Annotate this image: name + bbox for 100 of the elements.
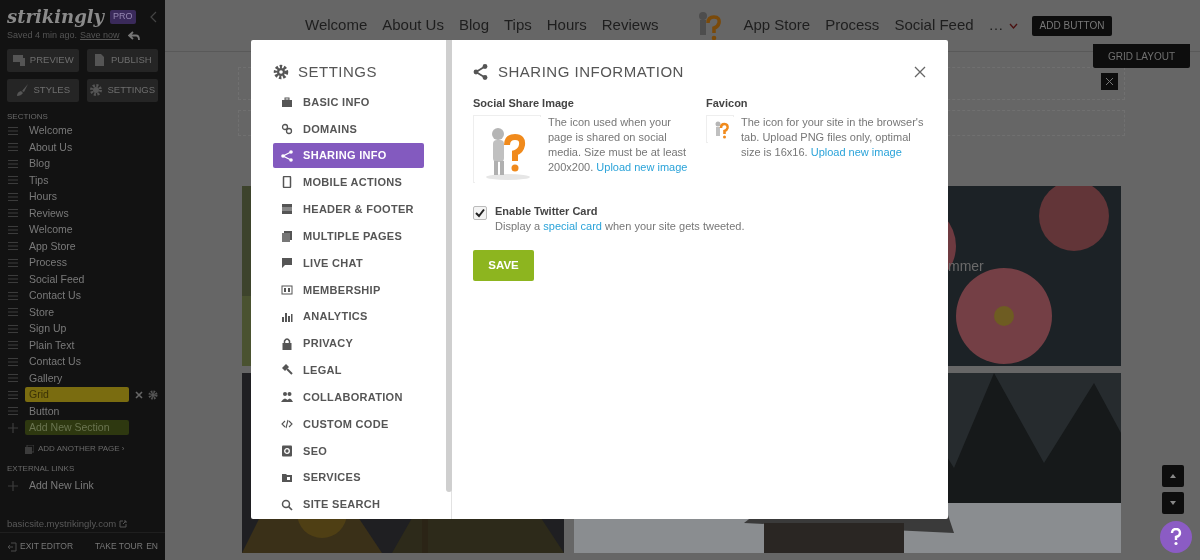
settings-menu-item[interactable]: SEO	[273, 438, 424, 464]
drag-handle-icon	[8, 158, 18, 169]
folder-icon	[281, 471, 293, 484]
settings-menu-item[interactable]: MULTIPLE PAGES	[273, 223, 424, 249]
people-icon	[281, 391, 293, 404]
section-item[interactable]: Contact Us	[25, 354, 85, 370]
section-caption: mmer	[948, 257, 984, 276]
grid-layout-button[interactable]: GRID LAYOUT	[1093, 44, 1190, 68]
footer-button[interactable]: EN	[146, 540, 158, 553]
upload-link[interactable]: Upload new image	[810, 146, 902, 158]
nav-link[interactable]: Reviews	[601, 14, 659, 37]
close-button[interactable]	[1101, 73, 1118, 90]
section-heading: EXTERNAL LINKS	[6, 463, 76, 475]
settings-menu-item[interactable]: SHARING INFO	[273, 143, 424, 169]
settings-menu-item[interactable]: DOMAINS	[273, 116, 424, 142]
help-button[interactable]	[1160, 521, 1192, 553]
drag-handle-icon	[8, 224, 18, 235]
add-button[interactable]: ADD BUTTON	[1031, 15, 1113, 36]
settings-menu-item[interactable]: BASIC INFO	[273, 89, 424, 115]
phone-icon	[281, 176, 293, 189]
drag-handle-icon	[8, 241, 18, 252]
add-link-button[interactable]: Add New Link	[29, 478, 94, 494]
editor-button[interactable]: PUBLISH	[86, 48, 158, 72]
editor-button[interactable]: PREVIEW	[7, 48, 79, 72]
section-item[interactable]: Reviews	[25, 205, 73, 221]
editor-button[interactable]: STYLES	[7, 78, 79, 102]
nav-link[interactable]: Hours	[546, 14, 587, 37]
arrow-down-icon	[1169, 499, 1177, 507]
nav-link[interactable]: Welcome	[305, 14, 368, 37]
close-icon	[914, 66, 926, 79]
section-item[interactable]: Grid	[25, 387, 129, 403]
scrollbar-thumb[interactable]	[446, 40, 452, 492]
section-item[interactable]: Process	[25, 255, 71, 271]
section-heading: SECTIONS	[6, 111, 49, 122]
add-page-link[interactable]: ADD ANOTHER PAGE ›	[38, 443, 125, 455]
footer-button[interactable]: EXIT EDITOR	[7, 540, 74, 553]
code-icon	[281, 418, 293, 431]
settings-menu-item[interactable]: LEGAL	[273, 357, 424, 383]
close-icon	[1105, 77, 1114, 86]
checkbox[interactable]	[473, 206, 487, 220]
drag-handle-icon	[8, 340, 18, 351]
save-now-link[interactable]: Save now	[80, 29, 120, 43]
special-card-link[interactable]: special card	[543, 220, 602, 232]
chevron-down-icon	[1008, 22, 1018, 29]
settings-menu-item[interactable]: HEADER & FOOTER	[273, 196, 424, 222]
nav-link[interactable]: App Store	[743, 14, 811, 37]
section-item[interactable]: Welcome	[25, 222, 77, 238]
footer-button[interactable]: TAKE TOUR	[95, 540, 143, 553]
settings-menu-item[interactable]: PRIVACY	[273, 331, 424, 356]
section-item[interactable]: Button	[25, 403, 64, 419]
gear-icon	[148, 389, 158, 400]
drag-handle-icon	[8, 389, 18, 400]
description-text: The icon used when your page is shared on social media. Size must be at least 200x200. Upload new image	[548, 115, 689, 175]
add-section-button[interactable]: Add New Section	[25, 420, 129, 436]
drag-handle-icon	[8, 323, 18, 334]
section-item[interactable]: Contact Us	[25, 288, 85, 304]
external-link-icon	[119, 520, 128, 529]
nav-link[interactable]: About Us	[382, 14, 444, 37]
section-item[interactable]: Gallery	[25, 370, 67, 386]
settings-menu-item[interactable]: CUSTOM CODE	[273, 411, 424, 437]
drag-handle-icon	[8, 356, 18, 367]
more-menu[interactable]: …	[988, 14, 1018, 37]
drag-handle-icon	[8, 175, 18, 186]
briefcase-icon	[281, 95, 293, 108]
gavel-icon	[281, 364, 293, 377]
section-item[interactable]: About Us	[25, 139, 77, 155]
saved-status: Saved 4 min ago.	[7, 29, 78, 42]
settings-menu-item[interactable]: MOBILE ACTIONS	[273, 170, 424, 195]
scroll-button[interactable]	[1162, 492, 1184, 514]
section-item[interactable]: Blog	[25, 156, 54, 172]
settings-menu-item[interactable]: COLLABORATION	[273, 384, 424, 410]
nav-link[interactable]: Process	[825, 14, 880, 37]
save-button[interactable]: SAVE	[473, 250, 534, 281]
nav-link[interactable]: Tips	[504, 14, 532, 37]
drag-handle-icon	[8, 274, 18, 285]
pro-badge: PRO	[110, 10, 136, 24]
pages-icon	[25, 444, 34, 454]
section-item[interactable]: Social Feed	[25, 271, 89, 287]
settings-menu-item[interactable]: LIVE CHAT	[273, 250, 424, 276]
section-item[interactable]: Welcome	[25, 123, 77, 139]
section-item[interactable]: App Store	[25, 238, 80, 254]
section-item[interactable]: Hours	[25, 189, 61, 205]
logo: strikingly	[7, 6, 105, 28]
section-item[interactable]: Store	[25, 304, 59, 320]
site-url-link[interactable]: basicsite.mystrikingly.com	[7, 517, 117, 532]
close-button[interactable]	[914, 66, 926, 79]
settings-menu-item[interactable]: SITE SEARCH	[273, 492, 424, 517]
editor-button[interactable]: SETTINGS	[86, 78, 158, 102]
upload-link[interactable]: Upload new image	[596, 161, 688, 173]
nav-link[interactable]: Social Feed	[894, 14, 974, 37]
scroll-button[interactable]	[1162, 465, 1184, 487]
arrow-up-icon	[1169, 472, 1177, 480]
settings-menu-item[interactable]: SERVICES	[273, 465, 424, 491]
section-item[interactable]: Plain Text	[25, 337, 79, 353]
section-item[interactable]: Sign Up	[25, 321, 71, 337]
section-item[interactable]: Tips	[25, 172, 53, 188]
settings-menu-item[interactable]: MEMBERSHIP	[273, 277, 424, 303]
settings-menu-item[interactable]: ANALYTICS	[273, 304, 424, 330]
modal-title: SETTINGS	[298, 62, 377, 82]
nav-link[interactable]: Blog	[458, 14, 489, 37]
